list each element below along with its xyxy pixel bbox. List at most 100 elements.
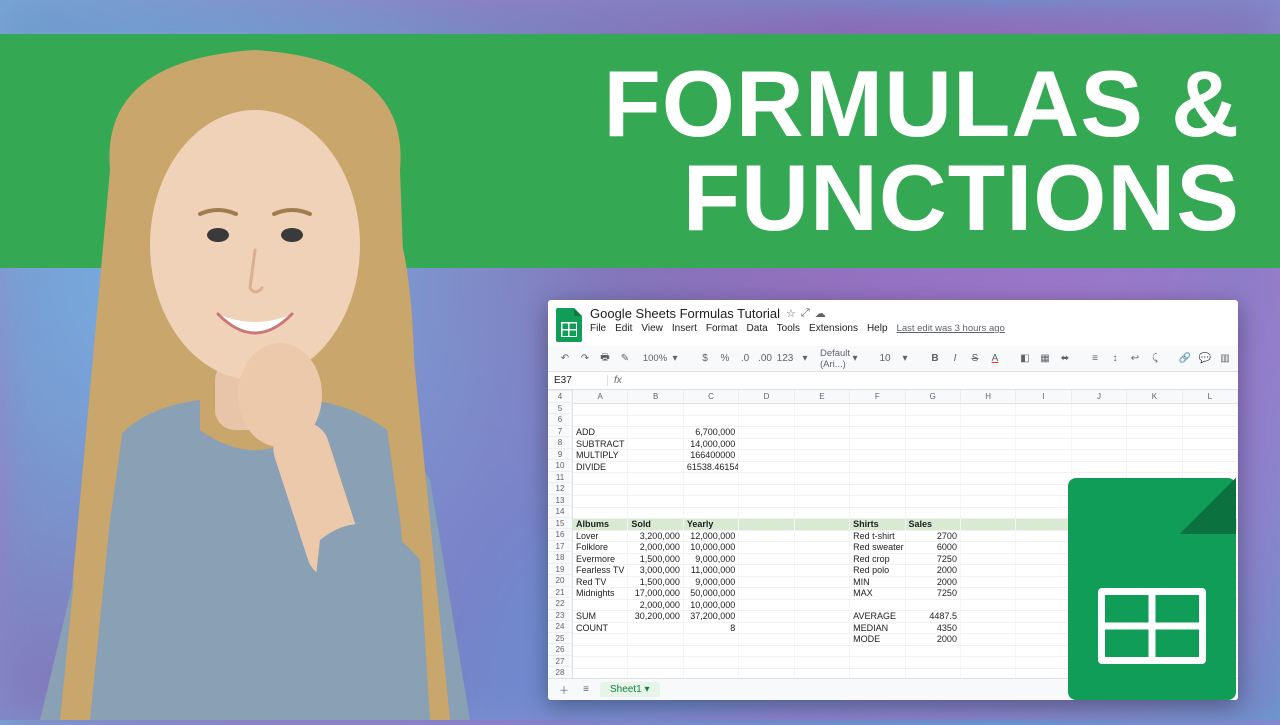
cell[interactable] xyxy=(795,577,850,588)
cell[interactable] xyxy=(739,565,794,576)
menu-insert[interactable]: Insert xyxy=(672,323,697,334)
cell[interactable] xyxy=(850,416,905,427)
document-title[interactable]: Google Sheets Formulas Tutorial xyxy=(590,306,780,321)
merge-button[interactable]: ⬌ xyxy=(1058,353,1072,364)
cell[interactable] xyxy=(850,508,905,519)
cell[interactable] xyxy=(1016,646,1071,657)
cell[interactable] xyxy=(1016,542,1071,553)
cell[interactable] xyxy=(739,600,794,611)
cell[interactable]: 61538.46154 xyxy=(684,462,739,473)
cell[interactable]: 14,000,000 xyxy=(684,439,739,450)
cell[interactable] xyxy=(1072,450,1127,461)
cell[interactable] xyxy=(795,531,850,542)
cell[interactable] xyxy=(684,657,739,668)
cell[interactable]: ADD xyxy=(573,427,628,438)
cell[interactable] xyxy=(739,427,794,438)
cell[interactable]: 4487.5 xyxy=(906,611,961,622)
cell[interactable] xyxy=(1016,600,1071,611)
cell[interactable]: Midnights xyxy=(573,588,628,599)
cell[interactable] xyxy=(1016,611,1071,622)
cell[interactable] xyxy=(961,577,1016,588)
row-header[interactable]: 4 xyxy=(548,391,572,403)
cell[interactable] xyxy=(795,473,850,484)
cell[interactable] xyxy=(1016,496,1071,507)
cell[interactable]: Red TV xyxy=(573,577,628,588)
cloud-icon[interactable]: ☁ xyxy=(815,307,826,320)
cell[interactable] xyxy=(628,623,683,634)
cell[interactable] xyxy=(684,496,739,507)
font-size-select[interactable]: 10 xyxy=(878,353,892,364)
cell[interactable] xyxy=(628,634,683,645)
cell[interactable]: MEDIAN xyxy=(850,623,905,634)
print-icon[interactable]: 🖶 xyxy=(598,350,612,367)
cell[interactable] xyxy=(961,646,1016,657)
cell[interactable]: Red polo xyxy=(850,565,905,576)
cell[interactable] xyxy=(1127,439,1182,450)
cell[interactable] xyxy=(795,565,850,576)
cell[interactable] xyxy=(739,542,794,553)
cell[interactable] xyxy=(1016,623,1071,634)
menu-tools[interactable]: Tools xyxy=(777,323,800,334)
cell[interactable] xyxy=(1016,519,1071,530)
cell[interactable] xyxy=(961,634,1016,645)
move-icon[interactable]: ⤢ xyxy=(801,307,810,320)
last-edit-text[interactable]: Last edit was 3 hours ago xyxy=(897,323,1005,334)
chart-icon[interactable]: ▥ xyxy=(1218,353,1232,364)
cell[interactable] xyxy=(961,519,1016,530)
cell[interactable] xyxy=(739,611,794,622)
column-header[interactable]: E xyxy=(795,390,850,403)
decrease-decimal-button[interactable]: .0 xyxy=(738,353,752,364)
cell[interactable]: 2000 xyxy=(906,634,961,645)
cell[interactable] xyxy=(1127,450,1182,461)
percent-button[interactable]: % xyxy=(718,353,732,364)
cell[interactable] xyxy=(573,600,628,611)
row-header[interactable]: 11 xyxy=(548,472,572,484)
cell[interactable]: 3,200,000 xyxy=(628,531,683,542)
cell[interactable] xyxy=(739,646,794,657)
cell[interactable] xyxy=(739,485,794,496)
cell[interactable] xyxy=(1016,473,1071,484)
cell[interactable] xyxy=(628,485,683,496)
name-box[interactable]: E37 xyxy=(548,375,608,386)
cell[interactable]: Shirts xyxy=(850,519,905,530)
wrap-button[interactable]: ↩ xyxy=(1128,353,1142,364)
cell[interactable] xyxy=(961,542,1016,553)
cell[interactable]: Evermore xyxy=(573,554,628,565)
cell[interactable] xyxy=(795,646,850,657)
cell[interactable]: 3,000,000 xyxy=(628,565,683,576)
cell[interactable] xyxy=(795,439,850,450)
cell[interactable] xyxy=(1016,485,1071,496)
cell[interactable] xyxy=(906,450,961,461)
cell[interactable] xyxy=(573,646,628,657)
cell[interactable] xyxy=(795,416,850,427)
cell[interactable]: 2000 xyxy=(906,565,961,576)
cell[interactable]: 10,000,000 xyxy=(684,600,739,611)
row-header[interactable]: 25 xyxy=(548,633,572,645)
cell[interactable] xyxy=(1016,657,1071,668)
cell[interactable] xyxy=(1016,439,1071,450)
cell[interactable] xyxy=(961,554,1016,565)
row-header[interactable]: 12 xyxy=(548,483,572,495)
cell[interactable] xyxy=(573,473,628,484)
cell[interactable]: 2000 xyxy=(906,577,961,588)
cell[interactable] xyxy=(1072,404,1127,415)
cell[interactable] xyxy=(1183,439,1238,450)
cell[interactable] xyxy=(1016,531,1071,542)
cell[interactable]: Red crop xyxy=(850,554,905,565)
cell[interactable] xyxy=(795,427,850,438)
cell[interactable] xyxy=(1127,427,1182,438)
zoom-select[interactable]: 100% xyxy=(648,353,662,364)
menu-file[interactable]: File xyxy=(590,323,606,334)
cell[interactable]: 37,200,000 xyxy=(684,611,739,622)
cell[interactable] xyxy=(1016,554,1071,565)
cell[interactable] xyxy=(1183,427,1238,438)
cell[interactable] xyxy=(739,623,794,634)
cell[interactable] xyxy=(628,462,683,473)
cell[interactable] xyxy=(684,485,739,496)
paint-format-icon[interactable]: ✎ xyxy=(618,353,632,364)
cell[interactable]: Sales xyxy=(906,519,961,530)
cell[interactable] xyxy=(795,554,850,565)
cell[interactable] xyxy=(573,508,628,519)
font-select[interactable]: Default (Ari...) xyxy=(828,348,842,370)
cell[interactable] xyxy=(1183,462,1238,473)
